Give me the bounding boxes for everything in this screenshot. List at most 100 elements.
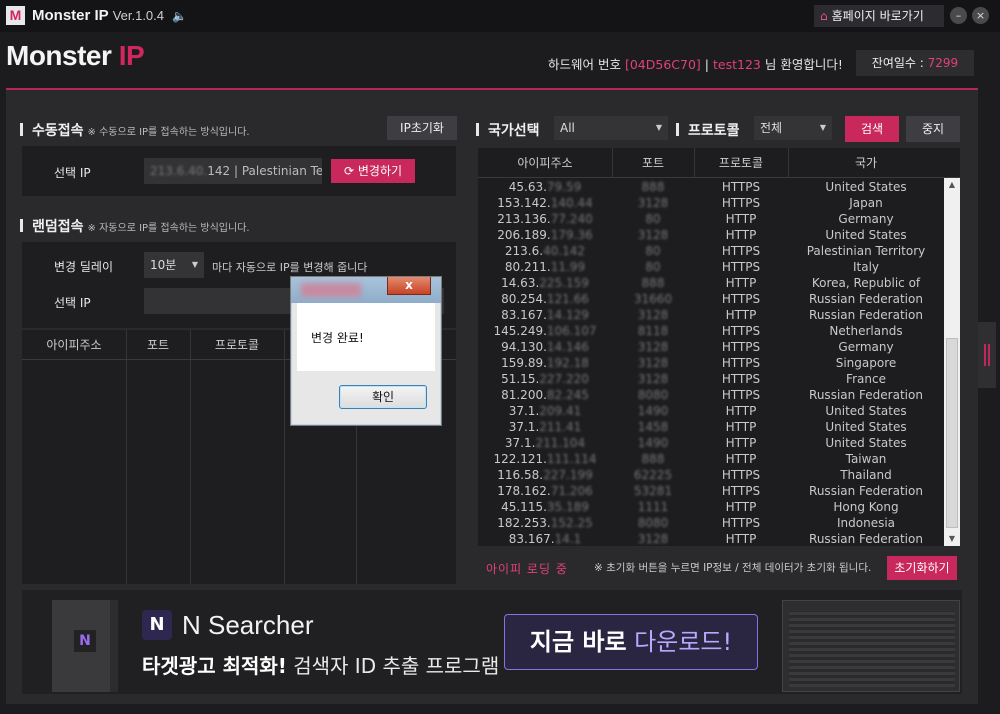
country-title-text: 국가선택 [488,123,540,139]
row-protocol: HTTPS [721,340,761,354]
manual-ip-field[interactable]: 213.6.40.142 | Palestinian Ter [144,158,322,184]
proxy-table-scrollbar[interactable]: ▲ ▼ [944,178,960,546]
app-version: Ver.1.0.4 [112,8,165,23]
col-ip: 아이피주소 [517,156,573,170]
section-bar-icon [676,123,679,136]
row-ip: 145.249.106.107 [493,324,597,338]
random-note: ※ 자동으로 IP를 접속하는 방식입니다. [87,223,250,234]
row-country: Taiwan [845,452,887,466]
table-row[interactable]: 153.142.140.44 3128 HTTPS Japan [478,195,944,211]
table-row[interactable]: 159.89.192.18 3128 HTTPS Singapore [478,355,944,371]
table-row[interactable]: 37.1.211.104 1490 HTTP United States [478,435,944,451]
table-row[interactable]: 213.6.40.142 80 HTTPS Palestinian Territory [478,243,944,259]
homepage-button[interactable]: ⌂ 홈페이지 바로가기 [814,5,944,27]
row-protocol: HTTPS [721,292,761,306]
change-ip-button[interactable]: ⟳ 변경하기 [331,159,415,183]
table-row[interactable]: 80.211.11.99 80 HTTPS Italy [478,259,944,275]
remaining-days-value: 7299 [927,56,959,70]
welcome-separator: | [704,57,709,72]
row-country: Germany [838,212,894,226]
table-row[interactable]: 37.1.209.41 1490 HTTP United States [478,403,944,419]
scroll-down-icon[interactable]: ▼ [944,532,960,546]
table-row[interactable]: 37.1.211.41 1458 HTTP United States [478,419,944,435]
dialog-ok-button[interactable]: 확인 [339,385,427,409]
side-panel-handle[interactable] [978,322,996,388]
table-row[interactable]: 122.121.111.114 888 HTTP Taiwan [478,451,944,467]
table-row[interactable]: 14.63.225.159 888 HTTP Korea, Republic of [478,275,944,291]
row-port: 80 [645,244,661,258]
reset-notice: ※ 초기화 버튼을 누르면 IP정보 / 전체 데이터가 초기화 됩니다. [594,562,872,574]
row-protocol: HTTPS [721,356,761,370]
ad-banner[interactable]: N N N Searcher 타겟광고 최적화! 검색자 ID 추출 프로그램 … [22,590,962,694]
table-row[interactable]: 145.249.106.107 8118 HTTPS Netherlands [478,323,944,339]
reset-data-button[interactable]: 초기화하기 [887,556,957,580]
row-protocol: HTTP [725,308,757,322]
ip-reset-button[interactable]: IP초기화 [387,116,457,140]
col-divider [694,148,695,178]
row-protocol: HTTPS [721,484,761,498]
row-port: 1490 [637,436,669,450]
username: test123 [712,57,761,72]
row-country: Italy [852,260,880,274]
close-window-button[interactable]: × [972,7,989,24]
main-panel: 수동접속 ※ 수동으로 IP를 접속하는 방식입니다. IP초기화 선택 IP 2… [6,90,978,704]
row-ip: 206.189.179.36 [497,228,593,242]
minimize-button[interactable]: – [950,7,967,24]
col-ip: 아이피주소 [46,338,102,352]
col-divider [126,360,127,584]
delay-select[interactable]: 10분 ▼ [144,252,204,278]
table-row[interactable]: 81.200.82.245 8080 HTTPS Russian Federation [478,387,944,403]
table-row[interactable]: 51.15.227.220 3128 HTTPS France [478,371,944,387]
table-row[interactable]: 83.167.14.1 3128 HTTP Russian Federation [478,531,944,546]
row-ip: 213.136.77.240 [497,212,593,226]
section-bar-icon [20,123,23,136]
row-country: Russian Federation [809,388,923,402]
table-row[interactable]: 94.130.14.146 3128 HTTPS Germany [478,339,944,355]
col-divider [788,148,789,178]
row-port: 80 [645,260,661,274]
table-row[interactable]: 45.63.79.59 888 HTTPS United States [478,179,944,195]
dialog-close-button[interactable]: x [387,277,431,295]
col-port: 포트 [641,156,665,170]
chevron-down-icon: ▼ [819,123,826,132]
download-now-button[interactable]: 지금 바로 다운로드! [504,614,758,670]
row-ip: 116.58.227.199 [497,468,593,482]
row-protocol: HTTP [725,436,757,450]
row-port: 3128 [637,372,669,386]
table-row[interactable]: 182.253.152.25 8080 HTTPS Indonesia [478,515,944,531]
speaker-icon[interactable]: 🔈 [172,9,187,23]
hw-label: 하드웨어 번호 [548,57,621,72]
row-port: 1490 [637,404,669,418]
table-row[interactable]: 116.58.227.199 62225 HTTPS Thailand [478,467,944,483]
table-row[interactable]: 80.254.121.66 31660 HTTPS Russian Federatio… [478,291,944,307]
row-ip: 122.121.111.114 [493,452,597,466]
dialog-message: 변경 완료! [311,331,364,345]
table-row[interactable]: 178.162.71.206 53281 HTTPS Russian Federati… [478,483,944,499]
table-row[interactable]: 213.136.77.240 80 HTTP Germany [478,211,944,227]
scrollbar-thumb[interactable] [946,338,958,528]
app-logo-icon: M [6,6,25,25]
row-ip: 213.6.40.142 [504,244,586,258]
stop-button[interactable]: 중지 [906,116,960,142]
manual-ip-blurred: 213.6.40. [150,164,208,178]
home-icon: ⌂ [820,9,828,23]
row-protocol: HTTP [725,452,757,466]
row-country: Germany [838,340,894,354]
proxy-table-rows: 45.63.79.59 888 HTTPS United States 153.142.… [478,179,944,546]
row-port: 3128 [637,532,669,546]
country-select[interactable]: All ▼ [554,116,668,140]
col-divider [612,148,613,178]
table-row[interactable]: 45.115.35.189 1111 HTTP Hong Kong [478,499,944,515]
download-cta-rest: 다운로드! [626,628,733,656]
scroll-up-icon[interactable]: ▲ [944,178,960,192]
country-select-value: All [560,121,575,135]
row-port: 3128 [637,308,669,322]
dialog-body: 변경 완료! [297,303,435,371]
protocol-select[interactable]: 전체 ▼ [754,116,832,140]
table-row[interactable]: 83.167.14.129 3128 HTTP Russian Federation [478,307,944,323]
col-port: 포트 [146,338,170,352]
search-button[interactable]: 검색 [845,116,899,142]
row-country: Indonesia [836,516,896,530]
welcome-message: 하드웨어 번호 [04D56C70] | test123 님 환영합니다! [548,54,843,73]
table-row[interactable]: 206.189.179.36 3128 HTTP United States [478,227,944,243]
